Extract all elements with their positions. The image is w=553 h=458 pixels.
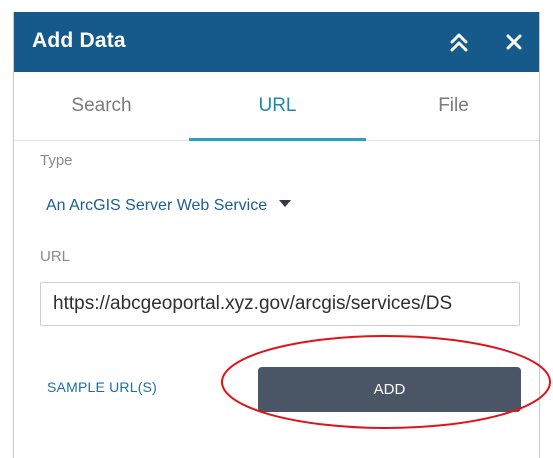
type-label: Type <box>40 152 73 169</box>
url-input[interactable] <box>40 282 520 326</box>
type-dropdown-value: An ArcGIS Server Web Service <box>46 197 268 214</box>
double-chevron-up-icon <box>450 33 468 52</box>
add-button[interactable]: ADD <box>258 367 521 412</box>
tab-url[interactable]: URL <box>189 72 366 141</box>
collapse-button[interactable] <box>444 28 474 56</box>
tab-file[interactable]: File <box>366 72 541 140</box>
type-dropdown[interactable]: An ArcGIS Server Web Service <box>46 197 292 221</box>
close-button[interactable] <box>500 28 528 56</box>
tab-search[interactable]: Search <box>14 72 189 140</box>
add-data-panel: Add Data Search URL File Type An ArcGIS … <box>13 12 540 458</box>
tab-bar: Search URL File <box>14 72 539 141</box>
tab-url-label: URL <box>258 95 297 116</box>
url-label: URL <box>40 248 71 265</box>
caret-down-icon <box>279 200 292 208</box>
panel-title: Add Data <box>32 29 126 52</box>
close-icon <box>506 34 522 50</box>
panel-header: Add Data <box>14 12 539 72</box>
sample-urls-link[interactable]: SAMPLE URL(S) <box>47 379 157 395</box>
active-tab-indicator <box>189 138 366 141</box>
